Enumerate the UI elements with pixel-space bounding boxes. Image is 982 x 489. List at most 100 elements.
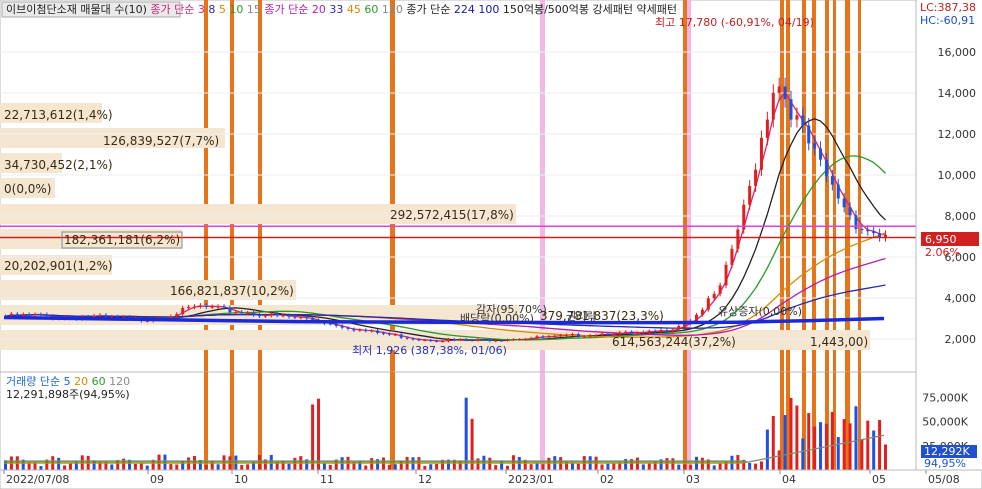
rights-annotation: 권리락	[566, 310, 596, 323]
candle-body	[824, 159, 828, 177]
volume-bar	[204, 465, 208, 470]
volume-bar	[606, 463, 610, 470]
candle-body	[352, 328, 356, 331]
volume-bar	[57, 457, 61, 470]
candle-body	[476, 339, 480, 341]
candle-body	[647, 330, 651, 332]
legend-entry: 20	[308, 3, 326, 16]
candle-body	[45, 314, 49, 317]
candle-body	[594, 335, 598, 337]
candle-body	[718, 285, 722, 294]
volume-bar	[842, 419, 846, 470]
volume-y-tick-label: 50,000K	[922, 416, 968, 429]
candle-body	[263, 315, 267, 317]
candle-body	[234, 312, 238, 314]
volume-bar	[80, 455, 84, 470]
candle-body	[872, 231, 876, 234]
candle-body	[417, 339, 421, 341]
candle-body	[801, 115, 805, 126]
volume-bar	[240, 465, 244, 470]
profile-label: 292,572,415(17,8%)	[390, 208, 514, 222]
legend-entry: 120	[378, 3, 403, 16]
pink-highlight-column	[540, 372, 545, 470]
volume-bar	[216, 464, 220, 470]
candle-body	[570, 334, 574, 336]
candle-body	[807, 125, 811, 144]
volume-bar	[759, 461, 763, 470]
orange-highlight-column	[390, 372, 395, 470]
candle-body	[281, 315, 285, 317]
volume-bar	[387, 464, 391, 470]
price-legend: 이브이첨단소재 매물대 수(10) 종가 단순 3 8 5 10 15 종가 단…	[1, 1, 677, 18]
volume-bar	[836, 437, 840, 470]
candle-body	[535, 336, 539, 338]
volume-bar	[878, 419, 882, 470]
volume-bar	[653, 461, 657, 470]
volume-bar	[718, 463, 722, 470]
orange-highlight-column	[204, 372, 208, 470]
candle-body	[488, 339, 492, 342]
candle-body	[842, 198, 846, 208]
candle-body	[724, 264, 728, 286]
volume-bar	[665, 458, 669, 470]
volume-bar	[246, 464, 250, 470]
candle-body	[547, 336, 551, 338]
volume-bar	[464, 397, 468, 470]
volume-bar	[27, 462, 31, 470]
volume-bar	[535, 462, 539, 470]
volume-bar	[570, 462, 574, 470]
candle-body	[813, 143, 817, 149]
candle-body	[228, 307, 232, 313]
candle-body	[671, 329, 675, 333]
candle-body	[399, 334, 403, 338]
candle-body	[429, 340, 433, 342]
candle-body	[860, 228, 864, 230]
legend-entry: 100	[475, 3, 500, 16]
high-annotation: 최고 17,780 (-60,91%, 04/19)	[655, 16, 814, 29]
candle-body	[582, 336, 586, 338]
candle-body	[712, 293, 716, 299]
x-tick-label: 11	[320, 473, 334, 486]
volume-bar	[506, 465, 510, 470]
volume-bar	[293, 457, 297, 470]
orange-highlight-column	[230, 372, 234, 470]
volume-bar	[257, 455, 261, 470]
candle-body	[878, 233, 882, 238]
candle-body	[659, 330, 663, 332]
volume-bar	[187, 457, 191, 470]
volume-bar	[689, 464, 693, 470]
volume-bar	[884, 444, 887, 470]
profile-label: 22,713,612(1,4%)	[4, 108, 113, 122]
candle-body	[423, 340, 427, 342]
legend-entry: 거래량 단순	[6, 375, 60, 388]
volume-bar	[671, 458, 675, 470]
candle-body	[405, 337, 409, 339]
candle-body	[364, 329, 368, 332]
volume-bar	[736, 455, 740, 470]
legend-entry: 종가 단순	[261, 3, 308, 16]
candle-body	[104, 315, 108, 317]
candle-body	[700, 309, 704, 315]
candle-body	[771, 92, 775, 120]
candle-body	[181, 308, 185, 315]
candle-body	[565, 334, 569, 336]
candle-body	[381, 332, 385, 334]
volume-bar	[511, 455, 515, 470]
volume-bar	[429, 464, 433, 470]
candle-body	[677, 325, 681, 330]
legend-entry: 15	[243, 3, 261, 16]
candle-body	[21, 314, 25, 316]
orange-highlight-column	[683, 372, 687, 470]
candle-body	[328, 323, 332, 325]
price-axis: LC:387,38 HC:-60,91 2,0004,0006,0008,000…	[915, 0, 982, 372]
candle-body	[252, 312, 256, 315]
candle-body	[334, 323, 338, 326]
legend-entry: 이브이첨단소재 매물대 수(10)	[6, 3, 147, 16]
candle-body	[452, 339, 456, 341]
x-tick-label: 02	[600, 473, 614, 486]
profile-label: 34,730,452(2,1%)	[4, 158, 113, 172]
candle-body	[553, 335, 557, 337]
candle-body	[175, 314, 179, 317]
volume-bar	[39, 466, 43, 470]
volume-bar	[74, 461, 78, 470]
